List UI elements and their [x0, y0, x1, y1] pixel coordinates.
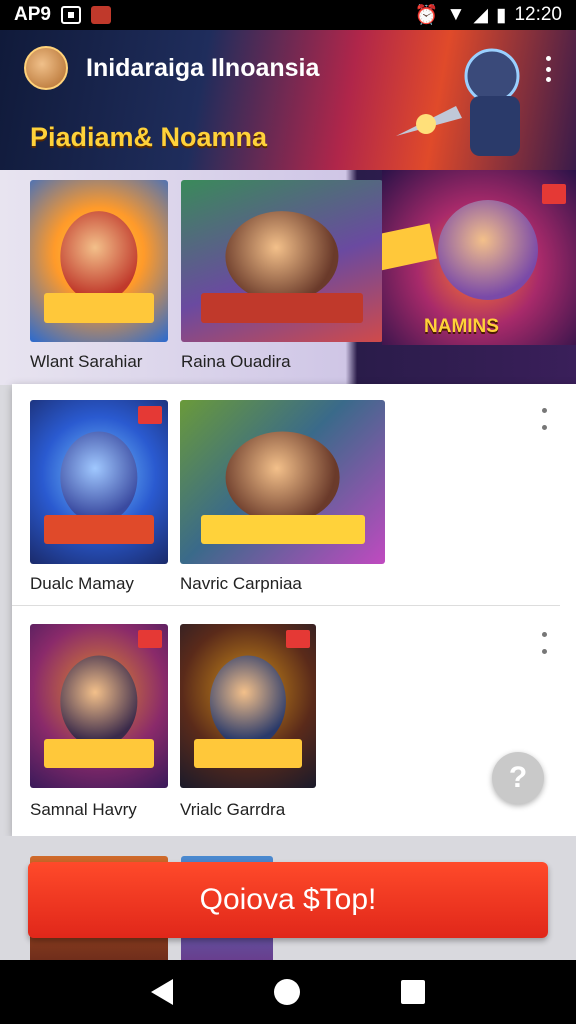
app-title: Inidaraiga Ilnoansia — [86, 54, 320, 82]
game-cover-image — [181, 180, 383, 342]
game-card[interactable] — [180, 624, 316, 788]
row-divider — [12, 605, 560, 606]
screenshot-icon — [60, 6, 81, 24]
games-panel: Dualc Mamay Navric Carpniaa Samnal Havry… — [12, 384, 576, 836]
overflow-menu-icon[interactable] — [538, 54, 558, 84]
banner-headline: Piadiam& Noamna — [30, 122, 268, 152]
featured-label-2: Raina Ouadira — [181, 352, 291, 371]
promo-badge — [542, 184, 566, 204]
home-icon[interactable] — [273, 979, 300, 1005]
more-options-icon[interactable] — [539, 632, 549, 654]
game-title: Vrialc Garrdra — [180, 800, 286, 819]
game-card[interactable] — [30, 624, 168, 788]
cta-button[interactable]: Qoiova $Top! — [28, 862, 548, 938]
help-fab-button[interactable]: ? — [492, 752, 544, 804]
battery-icon: ▮ — [495, 4, 507, 26]
wifi-icon: ▼ — [446, 4, 466, 25]
game-title: Navric Carpniaa — [180, 574, 302, 593]
game-card[interactable] — [180, 400, 385, 564]
hero-robot-illustration — [396, 48, 520, 156]
promo-card[interactable]: NAMINS — [382, 170, 576, 345]
game-title: Samnal Havry — [30, 800, 137, 819]
alarm-icon: ⏰ — [414, 5, 439, 26]
game-cover-image — [30, 400, 168, 564]
game-cover-image — [180, 400, 385, 564]
more-options-icon[interactable] — [539, 408, 549, 430]
signal-icon: ◢ — [473, 4, 488, 26]
featured-card-2[interactable] — [181, 180, 383, 342]
featured-label-1: Wlant Sarahiar — [30, 352, 143, 371]
promo-hero-image — [438, 200, 538, 300]
game-cover-image — [30, 624, 168, 788]
promo-label: NAMINS — [424, 316, 499, 337]
game-title: Dualc Mamay — [30, 574, 134, 593]
status-bar: AP9 ⏰ ▼ ◢ ▮ 12:20 — [0, 0, 576, 30]
promo-ribbon — [382, 223, 437, 273]
recents-icon[interactable] — [401, 980, 426, 1004]
clock: 12:20 — [514, 4, 562, 25]
game-cover-image — [30, 180, 168, 342]
app-header: Inidaraiga Ilnoansia Piadiam& Noamna — [0, 30, 576, 170]
system-nav-bar — [0, 960, 576, 1024]
back-icon[interactable] — [150, 979, 173, 1005]
game-card[interactable] — [30, 400, 168, 564]
featured-card-1[interactable] — [30, 180, 168, 342]
avatar[interactable] — [24, 46, 68, 90]
carrier-label: AP9 — [14, 4, 51, 25]
game-cover-image — [180, 624, 316, 788]
app-notification-icon — [90, 6, 111, 24]
